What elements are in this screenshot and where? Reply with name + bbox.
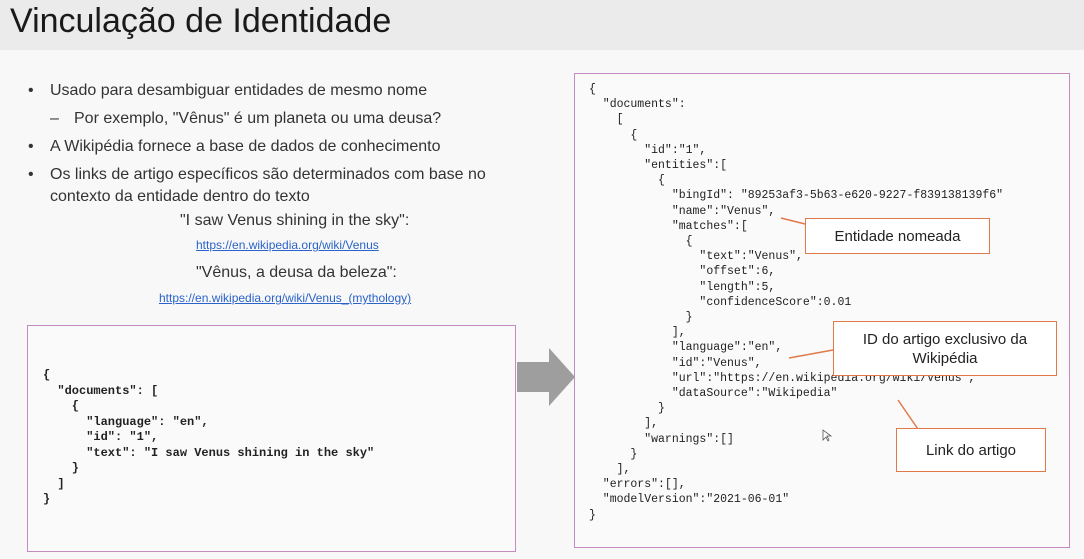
example-quote-1: "I saw Venus shining in the sky": (180, 212, 410, 229)
slide-title: Vinculação de Identidade (10, 2, 392, 40)
example-link-2[interactable]: https://en.wikipedia.org/wiki/Venus_(myt… (159, 291, 411, 305)
dash-icon: – (50, 110, 59, 127)
title-bar: Vinculação de Identidade (0, 0, 1084, 50)
callout-named-entity: Entidade nomeada (805, 218, 990, 254)
request-json-box: { "documents": [ { "language": "en", "id… (27, 325, 516, 552)
example-quote-2: "Vênus, a deusa da beleza": (196, 264, 397, 281)
bullet-icon: • (28, 138, 34, 155)
sub-bullet-item: – Por exemplo, "Vênus" é um planeta ou um… (28, 108, 486, 130)
response-json-box: { "documents": [ { "id":"1", "entities":… (574, 73, 1070, 548)
callout-article-id: ID do artigo exclusivo da Wikipédia (833, 321, 1057, 376)
bullet-text: Por exemplo, "Vênus" é um planeta ou uma… (74, 110, 442, 127)
bullet-icon: • (28, 82, 34, 99)
bullet-text: contexto da entidade dentro do texto (50, 188, 310, 205)
bullet-icon: • (28, 166, 34, 183)
bullet-item: • Os links de artigo específicos são dete… (28, 164, 486, 186)
request-json: { "documents": [ { "language": "en", "id… (43, 368, 375, 506)
bullet-text: A Wikipédia fornece a base de dados de c… (50, 138, 441, 155)
bullet-item: • A Wikipédia fornece a base de dados de … (28, 136, 486, 158)
bullet-text: Usado para desambiguar entidades de mesm… (50, 82, 428, 99)
callout-article-link: Link do artigo (896, 428, 1046, 472)
bullet-text: Os links de artigo específicos são deter… (50, 166, 486, 183)
bullet-item: • Usado para desambiguar entidades de mes… (28, 80, 486, 102)
bullet-list: • Usado para desambiguar entidades de mes… (28, 80, 486, 208)
bullet-continuation: contexto da entidade dentro do texto (28, 186, 486, 208)
example-link-1[interactable]: https://en.wikipedia.org/wiki/Venus (196, 238, 379, 252)
